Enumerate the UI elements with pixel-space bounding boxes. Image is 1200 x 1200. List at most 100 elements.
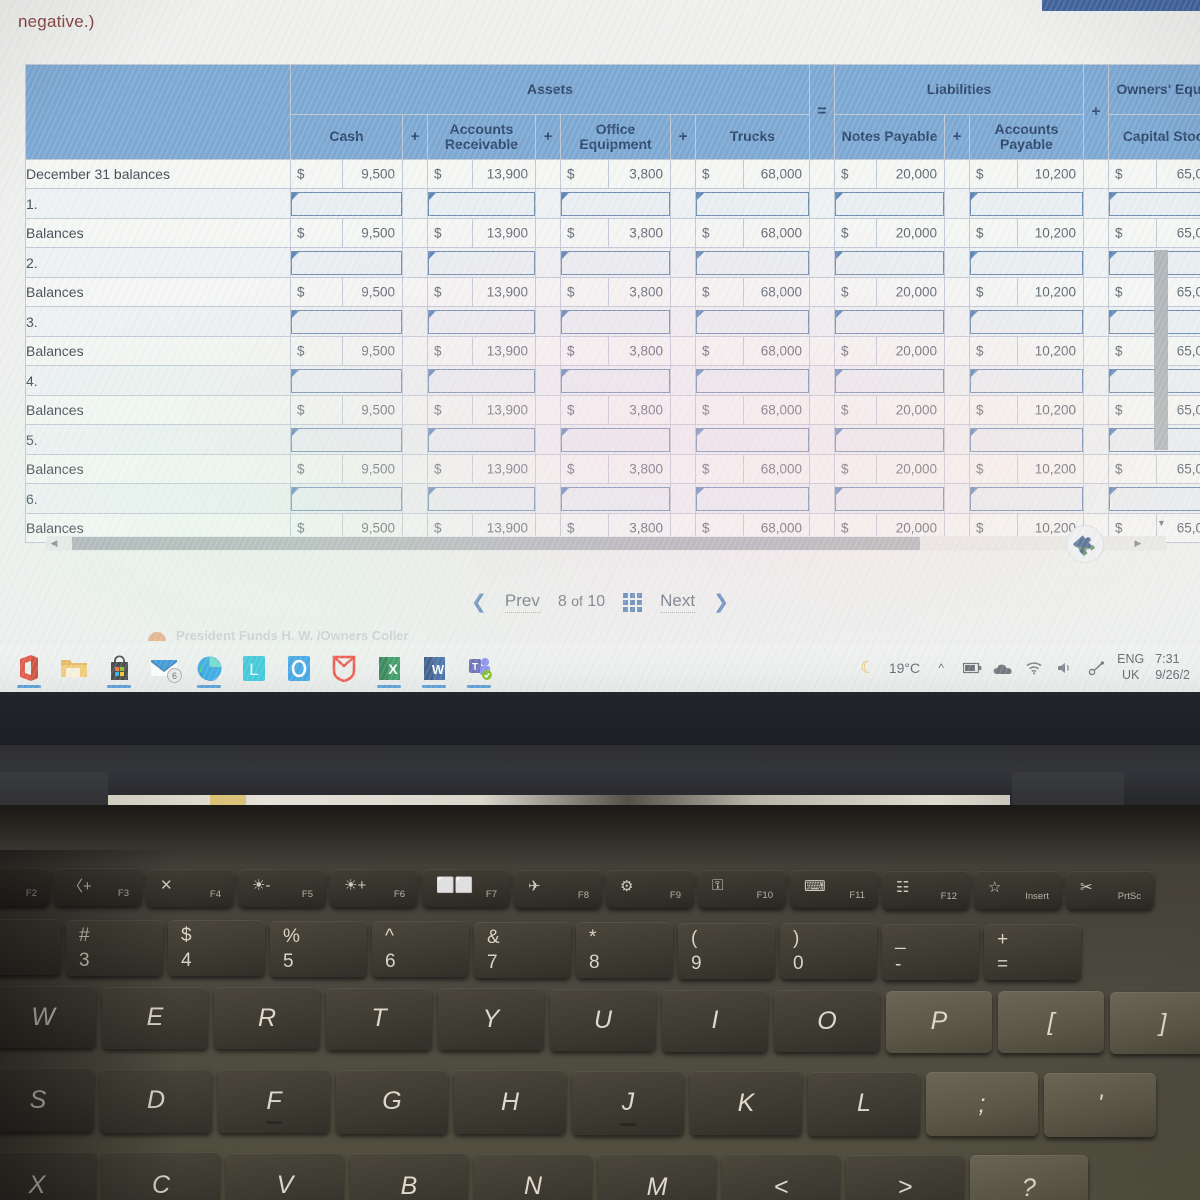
moon-icon[interactable]: ☾ [858,658,878,678]
input-box[interactable] [696,427,809,452]
cell-input[interactable] [560,424,671,455]
key-sym[interactable]: ? [970,1155,1088,1200]
key-h[interactable]: H [454,1070,566,1134]
input-box[interactable] [970,427,1084,452]
key-s[interactable]: S [0,1068,94,1132]
key-6[interactable]: ^ 6 [372,921,469,977]
cell-input[interactable] [834,365,945,396]
cell-input[interactable] [560,365,671,396]
taskbar-office-icon[interactable] [8,647,50,689]
cell-input[interactable] [290,365,403,396]
input-box[interactable] [696,368,809,393]
input-box[interactable] [291,309,402,334]
key-f6[interactable]: ☀+ F6 [330,869,418,907]
key-8[interactable]: * 8 [576,922,673,978]
key-w[interactable]: W [0,986,96,1048]
key-f8[interactable]: ✈ F8 [514,869,602,908]
cloud-icon[interactable] [993,658,1013,678]
input-box[interactable] [291,191,402,216]
taskbar-teams-icon[interactable]: T [458,647,500,689]
key-k[interactable]: K [690,1071,802,1135]
cell-input[interactable] [834,188,945,219]
taskbar-mail-icon[interactable]: 6 [143,647,185,689]
horizontal-scrollbar-thumb[interactable] [72,537,920,550]
key-x[interactable]: X [0,1152,96,1200]
key-minus[interactable]: _ - [882,923,979,980]
key-9[interactable]: (9 [678,922,775,979]
scroll-right-arrow-icon[interactable]: ▶ [1132,538,1144,549]
key-sym[interactable]: ] [1110,992,1200,1054]
cell-input[interactable] [695,306,810,337]
cell-input[interactable] [560,188,671,219]
key-sym[interactable]: < [722,1154,840,1200]
weather-temperature[interactable]: 19°C [889,660,920,676]
input-box[interactable] [835,309,944,334]
key-m[interactable]: M [598,1154,716,1200]
input-box[interactable] [428,486,535,511]
input-box[interactable] [428,250,535,275]
key-c[interactable]: C [102,1152,220,1200]
key-o[interactable]: O [774,990,880,1053]
next-page-button[interactable]: Next [660,591,696,613]
key-b[interactable]: B [350,1153,468,1200]
language-indicator[interactable]: ENG UK [1117,652,1144,683]
horizontal-scrollbar[interactable]: ◀ ▶ [46,536,1166,551]
scroll-down-arrow-icon[interactable]: ▼ [1156,518,1167,529]
input-box[interactable] [970,368,1084,393]
key-g[interactable]: G [336,1069,448,1134]
key-u[interactable]: U [550,989,656,1051]
key-sym[interactable]: > [846,1154,964,1200]
taskbar-file-explorer-icon[interactable] [53,647,95,689]
key-l[interactable]: L [808,1071,920,1136]
speaker-icon[interactable] [1055,658,1075,678]
key-sym[interactable]: [ [998,991,1104,1054]
input-box[interactable] [1109,191,1200,216]
prev-page-button[interactable]: Prev [504,591,540,613]
battery-icon[interactable] [962,658,982,678]
grid-view-icon[interactable] [623,592,643,612]
key-f9[interactable]: ⚙ F9 [606,869,694,908]
input-box[interactable] [1109,486,1200,511]
input-box[interactable] [696,309,809,334]
key-f[interactable]: F [218,1069,330,1133]
input-box[interactable] [561,427,670,452]
wifi-icon[interactable] [1024,658,1044,678]
browser-extension-puzzle-icon[interactable] [1066,525,1104,563]
cell-input[interactable] [695,188,810,219]
cell-input[interactable] [834,424,945,455]
input-box[interactable] [561,191,670,216]
key-sym[interactable]: ' [1044,1072,1156,1137]
cell-input[interactable] [427,483,536,514]
taskbar-word-icon[interactable]: W [413,647,455,689]
key-r[interactable]: R [214,987,320,1050]
taskbar-antivirus-shield-icon[interactable] [323,647,365,689]
key-e[interactable]: E [102,986,208,1049]
prev-chevron-icon[interactable]: ❮ [471,591,487,614]
cell-input[interactable] [290,483,403,514]
key-3[interactable]: #3 [66,919,163,976]
cell-input[interactable] [560,483,671,514]
taskbar-microsoft-store-icon[interactable] [98,647,140,689]
key-f3[interactable]: 〈+ F3 [54,868,142,907]
cell-input[interactable] [1108,188,1200,219]
key-f11[interactable]: ⌨ F11 [790,870,878,909]
cell-input[interactable] [834,247,945,278]
input-box[interactable] [970,486,1084,511]
key-7[interactable]: & 7 [474,921,571,978]
next-chevron-icon[interactable]: ❯ [713,591,729,614]
cell-input[interactable] [968,483,1085,514]
clock[interactable]: 7:31 9/26/2 [1155,652,1190,683]
key-n[interactable]: N [474,1153,592,1200]
cell-input[interactable] [695,247,810,278]
input-box[interactable] [561,368,670,393]
scroll-left-arrow-icon[interactable]: ◀ [48,538,60,549]
cell-input[interactable] [290,424,403,455]
cell-input[interactable] [695,483,810,514]
cell-input[interactable] [968,247,1085,278]
key-d[interactable]: D [100,1068,212,1133]
key-insert[interactable]: ☆ Insert [974,870,1062,909]
cell-input[interactable] [290,306,403,337]
input-box[interactable] [428,309,535,334]
key-4[interactable]: $4 [168,920,265,976]
cell-input[interactable] [427,365,536,396]
